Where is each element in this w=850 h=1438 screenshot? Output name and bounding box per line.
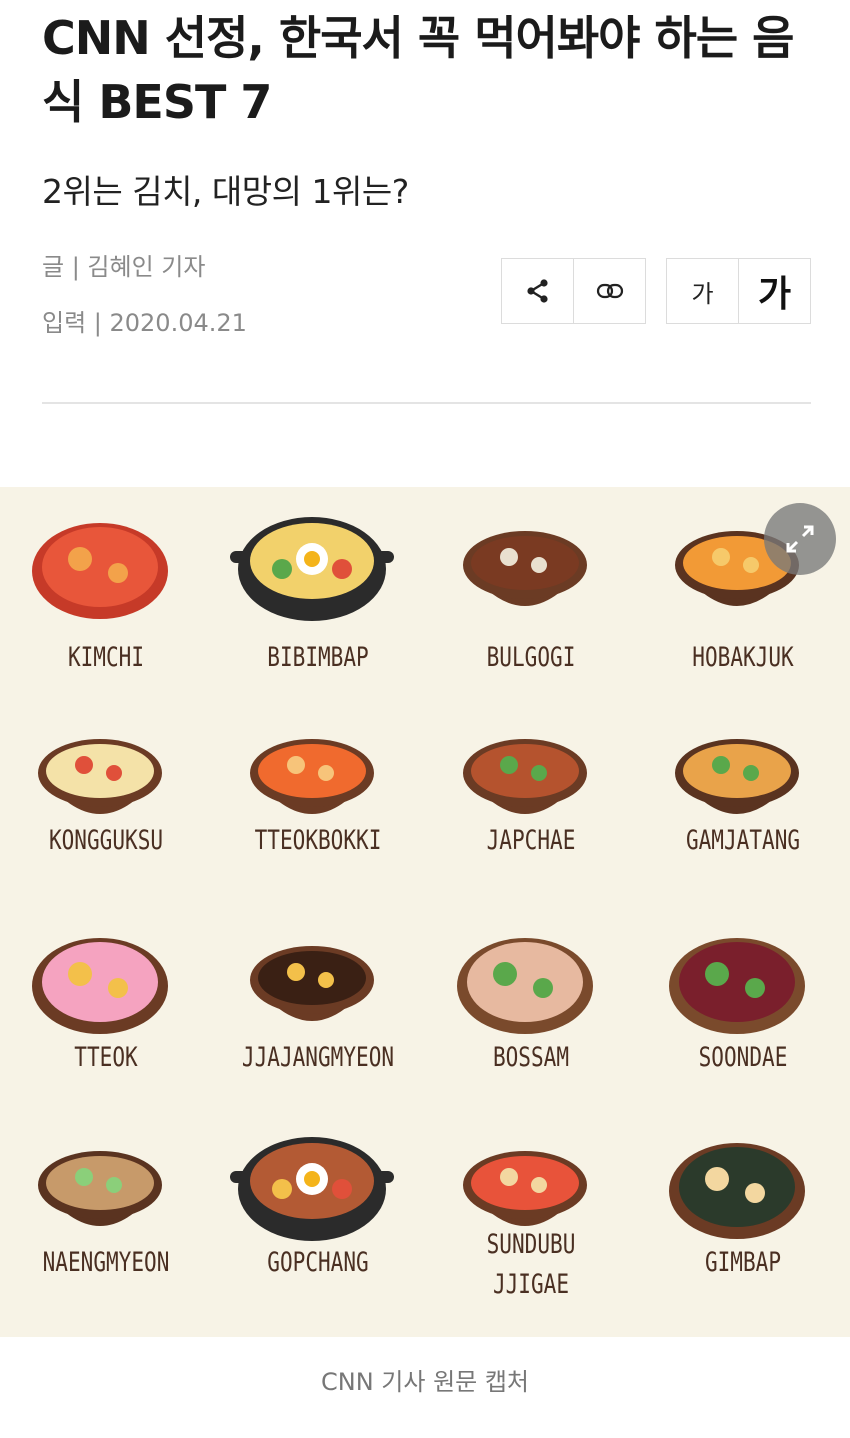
food-item: BULGOGI (425, 507, 637, 719)
expand-image-button[interactable] (764, 503, 836, 575)
share-button[interactable] (502, 259, 573, 323)
food-item: TTEOKBOKKI (212, 715, 424, 927)
food-item: SUNDUBU JJIGAE (425, 1127, 637, 1337)
food-label: JAPCHAE (486, 825, 576, 856)
food-label: TTEOKBOKKI (254, 825, 382, 856)
article-date: 입력 | 2020.04.21 (42, 309, 247, 337)
food-item: JAPCHAE (425, 715, 637, 927)
food-label: BULGOGI (486, 642, 576, 673)
dish-illustration (32, 523, 168, 619)
food-label: KIMCHI (67, 642, 145, 673)
font-size-group: 가 가 (666, 258, 811, 324)
header-divider (42, 402, 811, 404)
food-label: TTEOK (74, 1042, 138, 1073)
food-item: BIBIMBAP (212, 507, 424, 719)
dish-illustration (250, 946, 374, 1021)
article-title: CNN 선정, 한국서 꼭 먹어봐야 하는 음식 BEST 7 (42, 11, 794, 129)
food-label: HOBAKJUK (692, 642, 794, 673)
copy-link-button[interactable] (573, 259, 645, 323)
article-subtitle: 2위는 김치, 대망의 1위는? (42, 172, 409, 211)
food-label: BOSSAM (492, 1042, 570, 1073)
food-label-line2: JJIGAE (492, 1269, 570, 1300)
font-increase-button[interactable]: 가 (738, 259, 810, 323)
dish-illustration (669, 938, 805, 1034)
food-item: GAMJATANG (637, 715, 849, 927)
link-icon (596, 283, 623, 299)
dish-illustration (669, 1143, 805, 1239)
food-item: JJAJANGMYEON (212, 922, 424, 1134)
dish-illustration (38, 1151, 162, 1226)
expand-icon (786, 525, 814, 553)
food-label: SOONDAE (698, 1042, 788, 1073)
food-item: KIMCHI (0, 507, 212, 719)
food-item: TTEOK (0, 922, 212, 1134)
dish-illustration (463, 531, 587, 606)
image-caption: CNN 기사 원문 캡처 (320, 1368, 530, 1396)
dish-illustration (32, 938, 168, 1034)
dish-illustration (230, 1137, 394, 1241)
food-item: GOPCHANG (212, 1127, 424, 1337)
share-icon (526, 279, 548, 303)
food-label: NAENGMYEON (42, 1247, 170, 1278)
dish-illustration (457, 938, 593, 1034)
font-decrease-button[interactable]: 가 (667, 259, 738, 323)
food-label: GIMBAP (704, 1247, 782, 1278)
food-item: BOSSAM (425, 922, 637, 1134)
food-label: BIBIMBAP (267, 642, 369, 673)
share-button-group (501, 258, 646, 324)
food-label: SUNDUBU (486, 1229, 576, 1260)
food-label: JJAJANGMYEON (241, 1042, 395, 1073)
food-item: SOONDAE (637, 922, 849, 1134)
food-label: GOPCHANG (267, 1247, 369, 1278)
food-item: NAENGMYEON (0, 1127, 212, 1337)
food-item: KONGGUKSU (0, 715, 212, 927)
food-illustration: KIMCHI BIBIMBAP BULGOGI HOBAKJUK KONGGUKSU TT… (0, 487, 850, 1337)
food-label: GAMJATANG (685, 825, 801, 856)
dish-illustration (230, 517, 394, 621)
food-item: GIMBAP (637, 1127, 849, 1337)
article-author: 글 | 김혜인 기자 (42, 253, 206, 281)
food-label: KONGGUKSU (48, 825, 164, 856)
